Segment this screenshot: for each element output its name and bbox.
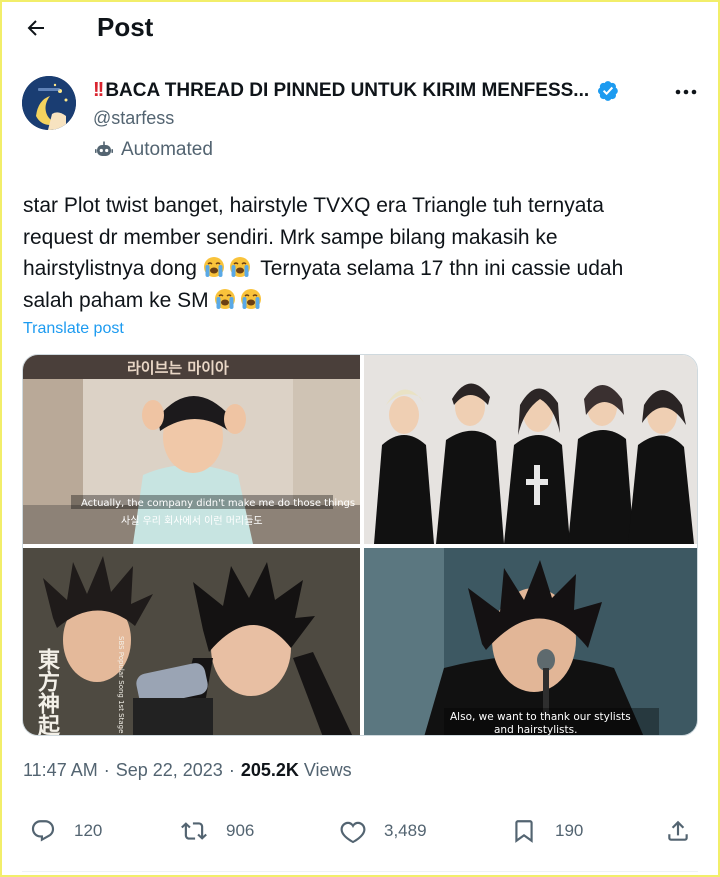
tweet-line: Ternyata selama 17 thn ini cassie udah <box>254 257 624 280</box>
like-button[interactable]: 3,489 <box>340 818 427 844</box>
author-name-row[interactable]: !! BACA THREAD DI PINNED UNTUK KIRIM MEN… <box>93 79 619 102</box>
tweet-line: star Plot twist banget, hairstyle TVXQ e… <box>23 194 604 217</box>
views-count[interactable]: 205.2K <box>241 760 299 781</box>
loudly-crying-face-icon <box>203 257 224 277</box>
media-image-3[interactable]: 東方神起 SBS Popular Song 1st Stage Cut Coll… <box>23 548 360 736</box>
bookmark-button[interactable]: 190 <box>511 818 583 844</box>
image4-caption-line2: and hairstylists. <box>494 724 577 736</box>
reply-icon <box>31 820 55 842</box>
double-exclamation-icon: !! <box>93 79 104 101</box>
verified-badge-icon[interactable] <box>597 80 619 102</box>
page-title: Post <box>97 12 154 42</box>
post-meta: 11:47 AM · Sep 22, 2023 · 205.2K Views <box>23 760 352 781</box>
meta-separator: · <box>103 760 110 780</box>
loudly-crying-face-icon <box>215 288 236 309</box>
divider <box>22 871 698 872</box>
top-bar: Post <box>0 0 720 56</box>
more-options-button[interactable] <box>672 80 700 104</box>
reply-count: 120 <box>74 821 103 840</box>
more-horizontal-icon <box>675 89 697 95</box>
loudly-crying-face-icon <box>241 288 262 309</box>
author-handle[interactable]: @starfess <box>93 108 174 129</box>
repost-button[interactable]: 906 <box>180 818 254 844</box>
translate-post-link[interactable]: Translate post <box>23 320 124 338</box>
tweet-line: hairstylistnya dong <box>23 257 203 280</box>
image3-side-text: SBS Popular Song 1st Stage Cut Collectio… <box>117 636 125 736</box>
share-button[interactable] <box>665 818 691 844</box>
back-button[interactable] <box>22 14 50 42</box>
bookmark-icon <box>515 820 533 843</box>
image1-sign-text: 라이브는 마이아 <box>127 359 229 377</box>
image4-caption-line1: Also, we want to thank our stylists <box>450 711 631 723</box>
heart-icon <box>340 821 366 844</box>
image1-caption-kr: 사실 우리 회사에서 이런 머리들도 <box>121 515 263 527</box>
views-label: Views <box>303 760 352 780</box>
author-display-name[interactable]: BACA THREAD DI PINNED UNTUK KIRIM MENFES… <box>105 80 589 102</box>
automated-label: Automated <box>95 139 213 161</box>
bookmark-count: 190 <box>555 821 584 840</box>
tweet-line: salah paham ke SM <box>23 288 215 312</box>
image1-caption-en: Actually, the company didn't make me do … <box>81 498 355 509</box>
robot-icon <box>95 141 113 156</box>
post-date[interactable]: Sep 22, 2023 <box>116 760 223 781</box>
like-count: 3,489 <box>384 821 427 840</box>
repost-count: 906 <box>226 821 255 840</box>
share-icon <box>668 820 688 841</box>
avatar[interactable] <box>22 76 76 130</box>
repost-icon <box>181 822 207 840</box>
arrow-left-icon <box>27 20 44 36</box>
media-grid: 라이브는 마이아 Actually, the company didn't ma… <box>22 354 698 736</box>
tweet-line: request dr member sendiri. Mrk sampe bil… <box>23 225 558 249</box>
loudly-crying-face-icon <box>229 257 250 277</box>
image3-logo-text: 東方神起 <box>34 648 61 736</box>
post-time[interactable]: 11:47 AM <box>23 760 98 781</box>
automated-text: Automated <box>121 139 213 160</box>
reply-button[interactable]: 120 <box>30 818 102 844</box>
media-image-4[interactable]: Also, we want to thank our stylists and … <box>364 548 697 736</box>
meta-separator: · <box>228 760 235 780</box>
action-bar: 120 906 3,489 190 <box>0 818 720 858</box>
media-image-2[interactable] <box>364 355 697 544</box>
tweet-text: star Plot twist banget, hairstyle TVXQ e… <box>23 190 693 316</box>
media-image-1[interactable]: 라이브는 마이아 Actually, the company didn't ma… <box>23 355 360 544</box>
